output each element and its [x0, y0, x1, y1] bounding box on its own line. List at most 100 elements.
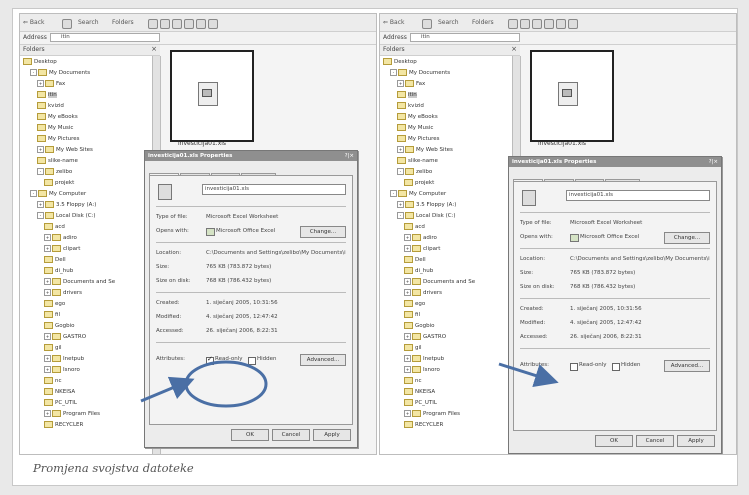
- tree-item[interactable]: nc: [404, 377, 422, 385]
- tree-item[interactable]: gil: [404, 344, 422, 352]
- tree-item[interactable]: My Music: [37, 124, 73, 132]
- tree-item[interactable]: - My Documents: [390, 69, 450, 77]
- tree-item[interactable]: ego: [404, 300, 425, 308]
- expand-icon[interactable]: +: [37, 146, 44, 153]
- readonly-checkbox[interactable]: [570, 363, 578, 371]
- tree-item[interactable]: - My Computer: [30, 190, 86, 198]
- tree-item[interactable]: - zelibo: [397, 168, 432, 176]
- tree-item[interactable]: + drivers: [44, 289, 82, 297]
- folders-button[interactable]: Folders: [472, 19, 494, 26]
- tree-item[interactable]: nc: [44, 377, 62, 385]
- tree-item[interactable]: acd: [404, 223, 425, 231]
- tree-item[interactable]: + adiro: [44, 234, 77, 242]
- tree-item[interactable]: My Pictures: [397, 135, 440, 143]
- readonly-checkbox[interactable]: [206, 355, 214, 365]
- hidden-checkbox[interactable]: [248, 357, 256, 365]
- collapse-icon[interactable]: -: [390, 190, 397, 197]
- address-input[interactable]: itin: [50, 33, 160, 42]
- expand-icon[interactable]: +: [404, 355, 411, 362]
- expand-icon[interactable]: +: [44, 366, 51, 373]
- help-close-icons[interactable]: ?|×: [345, 151, 354, 161]
- change-button[interactable]: Change...: [300, 226, 346, 238]
- tree-item[interactable]: fil: [44, 311, 60, 319]
- file-name-input[interactable]: investicija01.xls: [566, 190, 710, 201]
- tree-item[interactable]: + My Web Sites: [397, 146, 453, 154]
- tree-item[interactable]: + Documents and Se: [44, 278, 115, 286]
- tree-item[interactable]: My Music: [397, 124, 433, 132]
- tree-item[interactable]: - Local Disk (C:): [37, 212, 96, 220]
- tree-item[interactable]: + Documents and Se: [404, 278, 475, 286]
- toolbar-icons[interactable]: [508, 19, 578, 29]
- tree-item[interactable]: Gogbio: [404, 322, 435, 330]
- search-button[interactable]: Search: [78, 19, 99, 26]
- tree-item[interactable]: + Fax: [397, 80, 425, 88]
- tree-item[interactable]: + Program Files: [404, 410, 460, 418]
- tree-item[interactable]: + Isnoro: [44, 366, 80, 374]
- tree-item[interactable]: Gogbio: [44, 322, 75, 330]
- tree-item[interactable]: kvizid: [397, 102, 424, 110]
- change-button[interactable]: Change...: [664, 232, 710, 244]
- apply-button[interactable]: Apply: [677, 435, 715, 447]
- tree-item[interactable]: + clipart: [44, 245, 80, 253]
- expand-icon[interactable]: +: [404, 410, 411, 417]
- tree-item[interactable]: PC_UTIL: [404, 399, 437, 407]
- collapse-icon[interactable]: -: [397, 168, 404, 175]
- expand-icon[interactable]: +: [44, 289, 51, 296]
- tree-item[interactable]: fil: [404, 311, 420, 319]
- tree-item[interactable]: - My Documents: [30, 69, 90, 77]
- expand-icon[interactable]: +: [37, 80, 44, 87]
- collapse-icon[interactable]: -: [30, 69, 37, 76]
- advanced-button[interactable]: Advanced...: [300, 354, 346, 366]
- back-button[interactable]: ⇐ Back: [23, 19, 45, 26]
- expand-icon[interactable]: +: [44, 355, 51, 362]
- tree-item[interactable]: Desktop: [383, 58, 417, 66]
- tree-item[interactable]: + drivers: [404, 289, 442, 297]
- tree-item[interactable]: My eBooks: [397, 113, 438, 121]
- tree-item[interactable]: + adiro: [404, 234, 437, 242]
- help-close-icons[interactable]: ?|×: [709, 157, 718, 167]
- tree-item[interactable]: My eBooks: [37, 113, 78, 121]
- advanced-button[interactable]: Advanced...: [664, 360, 710, 372]
- tree-item[interactable]: ego: [44, 300, 65, 308]
- tree-item[interactable]: RECYCLER: [404, 421, 443, 429]
- file-thumbnail[interactable]: [170, 50, 254, 142]
- tree-item[interactable]: slike-name: [397, 157, 438, 165]
- tree-item[interactable]: NKEISA: [404, 388, 435, 396]
- expand-icon[interactable]: +: [397, 201, 404, 208]
- collapse-icon[interactable]: -: [397, 212, 404, 219]
- ok-button[interactable]: OK: [595, 435, 633, 447]
- cancel-button[interactable]: Cancel: [272, 429, 310, 441]
- up-folder-icon[interactable]: [62, 19, 72, 29]
- expand-icon[interactable]: +: [404, 245, 411, 252]
- expand-icon[interactable]: +: [44, 245, 51, 252]
- tree-item[interactable]: slike-name: [37, 157, 78, 165]
- expand-icon[interactable]: +: [397, 80, 404, 87]
- expand-icon[interactable]: +: [44, 278, 51, 285]
- toolbar-icons[interactable]: [148, 19, 218, 29]
- tree-item[interactable]: itin: [397, 91, 417, 99]
- tree-item[interactable]: acd: [44, 223, 65, 231]
- tree-item[interactable]: + clipart: [404, 245, 440, 253]
- search-button[interactable]: Search: [438, 19, 459, 26]
- expand-icon[interactable]: +: [44, 410, 51, 417]
- tree-item[interactable]: Desktop: [23, 58, 57, 66]
- tree-item[interactable]: + Program Files: [44, 410, 100, 418]
- tree-item[interactable]: di_hub: [44, 267, 73, 275]
- tree-item[interactable]: di_hub: [404, 267, 433, 275]
- tree-item[interactable]: kvizid: [37, 102, 64, 110]
- folders-button[interactable]: Folders: [112, 19, 134, 26]
- tree-item[interactable]: + Inetpub: [404, 355, 444, 363]
- tree-item[interactable]: + Fax: [37, 80, 65, 88]
- tree-item[interactable]: + GASTRO: [404, 333, 446, 341]
- ok-button[interactable]: OK: [231, 429, 269, 441]
- tree-item[interactable]: My Pictures: [37, 135, 80, 143]
- address-input[interactable]: itin: [410, 33, 520, 42]
- tree-item[interactable]: + My Web Sites: [37, 146, 93, 154]
- collapse-icon[interactable]: -: [37, 212, 44, 219]
- tree-item[interactable]: + Isnoro: [404, 366, 440, 374]
- expand-icon[interactable]: +: [44, 234, 51, 241]
- tree-item[interactable]: - zelibo: [37, 168, 72, 176]
- tree-item[interactable]: + GASTRO: [44, 333, 86, 341]
- up-folder-icon[interactable]: [422, 19, 432, 29]
- cancel-button[interactable]: Cancel: [636, 435, 674, 447]
